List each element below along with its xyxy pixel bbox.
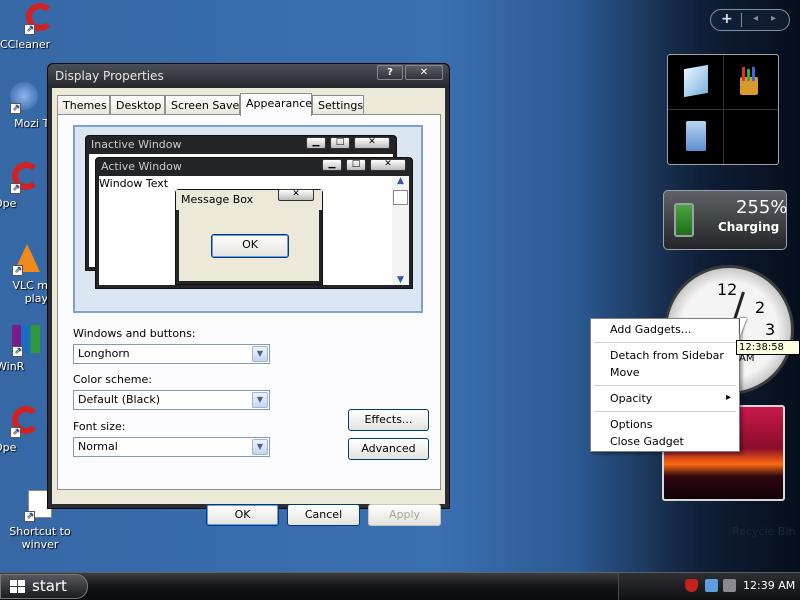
windows-logo-icon (10, 580, 26, 594)
maximize-icon: □ (346, 159, 366, 171)
speaker-icon[interactable] (723, 579, 736, 592)
start-label: start (32, 577, 67, 595)
close-icon: ✕ (278, 189, 314, 201)
clock-number-2: 2 (755, 298, 766, 317)
taskbar: start ? 12:39 AM (0, 572, 800, 600)
color-scheme-value: Default (Black) (78, 393, 161, 406)
battery-icon (674, 203, 694, 237)
minimize-icon: ▁ (306, 137, 326, 149)
apply-button[interactable]: Apply (368, 504, 441, 526)
cancel-button[interactable]: Cancel (287, 504, 360, 526)
desktop-icon-ccleaner[interactable]: ↗ CCleaner (0, 3, 80, 51)
font-size-select[interactable]: Normal ▼ (73, 437, 270, 457)
ccleaner-icon: ↗ (24, 3, 56, 35)
monitor-icon[interactable] (705, 579, 718, 592)
vlc-cone-icon: ↗ (12, 244, 44, 276)
desktop-icon-opera[interactable]: ↗ Ope (0, 162, 46, 210)
close-button[interactable]: ✕ (405, 65, 443, 80)
effects-button[interactable]: Effects... (348, 409, 429, 431)
previous-icon[interactable]: ◂ (753, 13, 758, 24)
clock-tooltip: 12:38:58 AM (736, 340, 800, 364)
ok-button[interactable]: OK (206, 504, 279, 526)
preview-message-box: Message Box ✕ OK (175, 189, 323, 285)
tab-screen-saver[interactable]: Screen Saver (165, 95, 244, 115)
system-tray: 12:39 AM (618, 573, 800, 600)
preview-window-text: Window Text (99, 177, 169, 190)
thunderbird-icon: ↗ (10, 82, 42, 114)
close-icon: ✕ (354, 137, 390, 149)
help-button[interactable]: ? (377, 65, 403, 80)
minimize-icon: ▁ (322, 159, 342, 171)
desktop-icon-label: WinR (0, 360, 25, 373)
color-scheme-label: Color scheme: (73, 373, 152, 386)
menu-item-detach[interactable]: Detach from Sidebar (610, 349, 724, 362)
chevron-down-icon: ▼ (252, 392, 268, 408)
font-size-value: Normal (78, 440, 118, 453)
desktop-icon-label: Ope (0, 197, 17, 210)
advanced-button[interactable]: Advanced (348, 438, 429, 460)
desktop-icon-thunderbird[interactable]: ↗ Mozi Thunde (0, 82, 84, 130)
notepad-icon[interactable] (684, 64, 708, 98)
menu-item-close-gadget[interactable]: Close Gadget (610, 435, 684, 448)
preview-message-title: Message Box ✕ (176, 189, 322, 210)
window-titlebar[interactable]: Display Properties ? ✕ (48, 64, 449, 88)
window-body: Themes Desktop Screen Saver Appearance S… (52, 88, 445, 526)
appearance-preview: Inactive Window ▁ □ ✕ Active Window ▁ □ … (73, 125, 423, 313)
ccleaner-icon: ↗ (10, 162, 42, 194)
next-icon[interactable]: ▸ (771, 13, 776, 24)
tab-settings[interactable]: Settings (312, 95, 364, 115)
menu-item-opacity[interactable]: Opacity (610, 392, 652, 405)
windows-buttons-select[interactable]: Longhorn ▼ (73, 344, 270, 364)
battery-status: Charging (718, 220, 780, 234)
menu-item-add-gadgets[interactable]: Add Gadgets... (610, 323, 691, 336)
preview-ok-button: OK (211, 234, 289, 258)
clock-number-12: 12 (717, 280, 738, 299)
submenu-arrow-icon: ▸ (725, 392, 731, 403)
preview-scrollbar: ▲ ▼ (392, 176, 409, 285)
display-properties-window: Display Properties ? ✕ Themes Desktop Sc… (47, 63, 450, 526)
chevron-down-icon: ▼ (252, 346, 268, 362)
desktop-icon-opera-2[interactable]: ↗ Ope (0, 406, 46, 454)
window-title: Display Properties (55, 69, 164, 83)
calculator-icon[interactable] (686, 121, 706, 151)
desktop-icon-label: CCleaner (0, 38, 51, 51)
desktop-icon-vlc[interactable]: ↗ VLC m play (0, 244, 48, 305)
windows-buttons-value: Longhorn (78, 347, 130, 360)
scroll-down-icon: ▼ (397, 275, 404, 285)
winrar-icon: ↗ (12, 325, 44, 357)
taskbar-clock[interactable]: 12:39 AM (743, 579, 795, 592)
clock-number-3: 3 (765, 320, 776, 339)
menu-item-move[interactable]: Move (610, 366, 640, 379)
scroll-thumb (393, 190, 408, 205)
maximize-icon: □ (330, 137, 350, 149)
add-gadget-icon[interactable]: + (721, 11, 733, 27)
message-box-title: Message Box (181, 193, 254, 206)
font-size-label: Font size: (73, 420, 126, 433)
tab-appearance[interactable]: Appearance (240, 93, 312, 116)
ccleaner-icon: ↗ (10, 406, 42, 438)
appearance-panel: Inactive Window ▁ □ ✕ Active Window ▁ □ … (57, 114, 441, 490)
menu-item-options[interactable]: Options (610, 418, 652, 431)
chevron-down-icon: ▼ (252, 439, 268, 455)
tab-themes[interactable]: Themes (57, 95, 110, 115)
close-icon: ✕ (370, 159, 406, 171)
gadget-context-menu: Add Gadgets... Detach from Sidebar Move … (590, 318, 740, 452)
windows-buttons-label: Windows and buttons: (73, 327, 196, 340)
desktop-icon-winrar[interactable]: ↗ WinR (0, 325, 48, 373)
color-scheme-select[interactable]: Default (Black) ▼ (73, 390, 270, 410)
battery-gadget: 255% Charging (663, 190, 787, 250)
paint-brushes-icon[interactable] (738, 67, 760, 95)
scroll-up-icon: ▲ (397, 176, 404, 186)
launcher-gadget (667, 54, 779, 165)
desktop-icon-label: Ope (0, 441, 17, 454)
start-button[interactable]: start (0, 574, 88, 599)
desktop-icon-label: VLC m play (12, 279, 48, 305)
tab-desktop[interactable]: Desktop (110, 95, 165, 115)
recycle-bin-label[interactable]: Recycle Bin (732, 525, 795, 538)
sidebar-controls: + ◂ ▸ (710, 9, 790, 31)
desktop-icon-label: Shortcut to winver (9, 525, 71, 551)
mouse-pointer-icon (740, 318, 747, 336)
security-shield-icon[interactable] (685, 579, 698, 592)
battery-percent: 255% (736, 197, 788, 218)
